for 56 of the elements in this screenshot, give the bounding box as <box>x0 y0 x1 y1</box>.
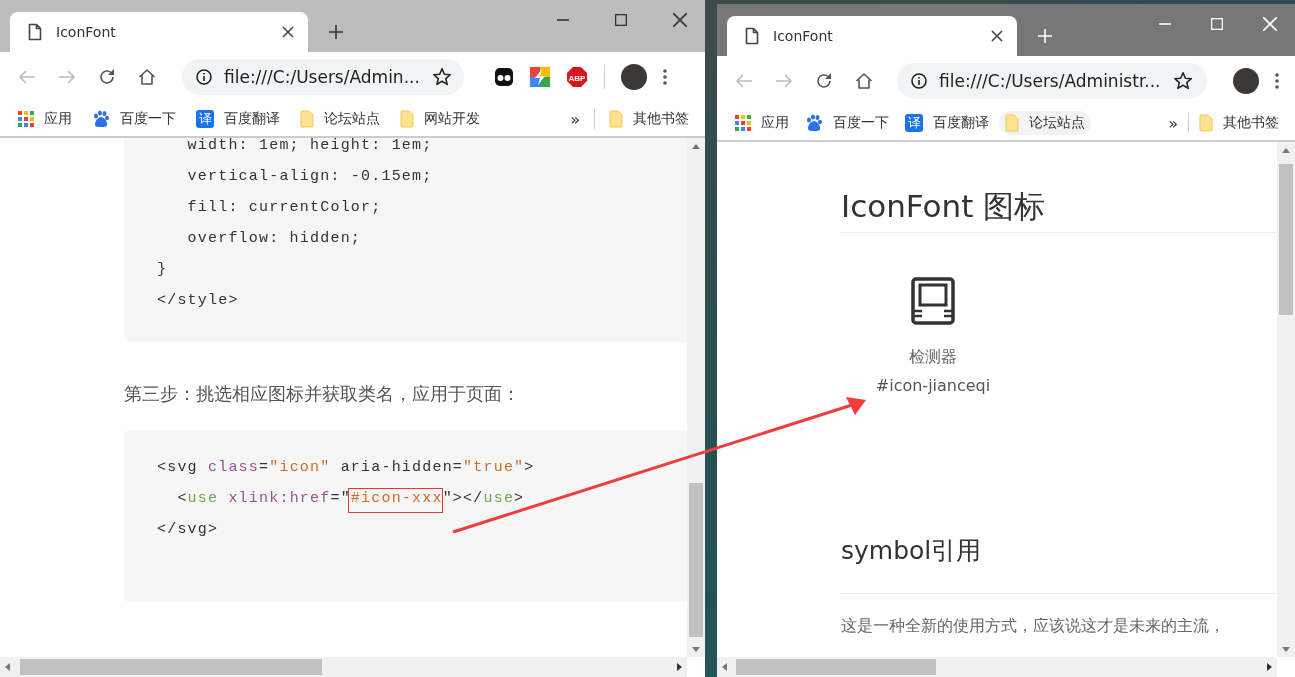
folder-icon <box>609 110 623 128</box>
scroll-left-icon[interactable] <box>721 662 728 672</box>
browser-tab[interactable]: IconFont <box>727 16 1017 56</box>
folder-icon <box>300 110 314 128</box>
code-line: </svg> <box>157 520 220 540</box>
more-bookmarks-button[interactable]: » <box>1168 113 1178 133</box>
document-icon <box>28 23 42 41</box>
bookmark-item[interactable]: 应用 <box>729 111 795 135</box>
code-line: <use xlink:href="#icon-xxx"></use> <box>176 489 526 509</box>
close-icon[interactable] <box>282 26 294 38</box>
folder-icon <box>400 110 414 128</box>
more-menu-icon[interactable] <box>1275 73 1279 89</box>
reload-icon[interactable] <box>815 72 833 90</box>
url-text: file:///C:/Users/Admin... <box>224 67 420 87</box>
scrollbar-thumb[interactable] <box>1279 164 1293 315</box>
star-icon[interactable] <box>1173 71 1193 91</box>
icon-code: #icon-jianceqi <box>875 375 991 397</box>
code-line: overflow: hidden; <box>186 229 363 249</box>
folder-icon <box>1005 114 1019 132</box>
code-line: width: 1em; height: 1em; <box>186 138 434 156</box>
translate-icon: 译 <box>905 114 923 132</box>
monitor-icon <box>911 277 955 325</box>
code-line: } <box>157 260 169 280</box>
vertical-scrollbar[interactable] <box>1277 142 1295 657</box>
address-bar[interactable]: file:///C:/Users/Administr... <box>897 63 1207 99</box>
code-line: vertical-align: -0.15em; <box>186 167 434 187</box>
close-icon[interactable] <box>991 30 1003 42</box>
bookmark-item[interactable]: 论坛站点 <box>999 111 1091 135</box>
tab-title: IconFont <box>773 28 834 44</box>
scroll-down-icon[interactable] <box>1281 645 1291 653</box>
scroll-right-icon[interactable] <box>1266 662 1273 672</box>
code-line: fill: currentColor; <box>186 198 383 218</box>
home-icon[interactable] <box>855 72 873 90</box>
tab-title: IconFont <box>56 24 117 40</box>
scroll-up-icon[interactable] <box>1281 146 1291 154</box>
document-icon <box>745 27 759 45</box>
bookmark-item[interactable]: 百度一下 <box>799 111 895 135</box>
page-heading: IconFont 图标 <box>841 186 1277 233</box>
bookmark-item[interactable]: 其他书签 <box>1193 111 1285 135</box>
apps-grid-icon <box>18 111 34 127</box>
paragraph: 这是一种全新的使用方式，应该说这才是未来的主流， <box>841 615 1226 637</box>
paw-icon <box>92 110 110 128</box>
bookmark-item[interactable]: 译 百度翻译 <box>899 111 995 135</box>
icon-name: 检测器 <box>909 346 957 368</box>
code-line: <svg class="icon" aria-hidden="true"> <box>157 458 536 478</box>
horizontal-scrollbar[interactable] <box>717 657 1277 677</box>
paw-icon <box>805 114 823 132</box>
folder-icon <box>1199 114 1213 132</box>
apps-grid-icon <box>735 115 751 131</box>
profile-avatar[interactable] <box>1233 68 1259 94</box>
scrollbar-thumb[interactable] <box>736 659 936 675</box>
code-line: </style> <box>157 291 240 311</box>
info-icon[interactable] <box>911 73 927 89</box>
translate-icon: 译 <box>196 110 214 128</box>
url-text: file:///C:/Users/Administr... <box>939 71 1161 91</box>
paragraph: 第三步：挑选相应图标并获取类名，应用于页面： <box>124 383 521 406</box>
